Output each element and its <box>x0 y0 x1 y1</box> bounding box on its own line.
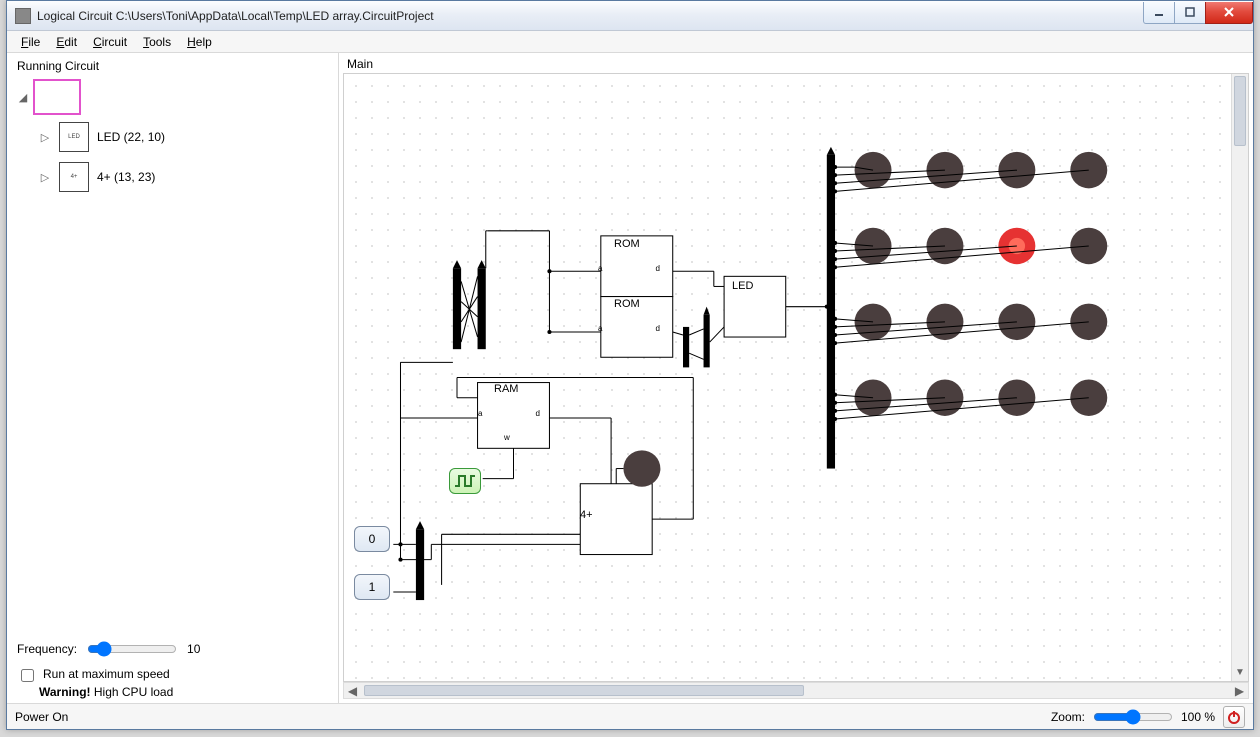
menu-tools[interactable]: Tools <box>135 33 179 51</box>
circuit-svg <box>344 74 1248 681</box>
canvas-horizontal-scrollbar[interactable]: ◀ ▶ <box>343 682 1249 699</box>
warning-bold: Warning! <box>39 685 91 699</box>
tree-thumb: 4+ <box>59 162 89 192</box>
block-rom1-label: ROM <box>614 238 640 250</box>
status-power: Power On <box>15 710 68 724</box>
block-ram[interactable]: RAM a d w <box>474 379 544 444</box>
pin-d-label: d <box>656 324 660 333</box>
sidebar-controls: Frequency: 10 Run at maximum speed Warni… <box>17 633 332 699</box>
tree-root[interactable]: ◢ <box>17 77 332 117</box>
input-pin-0-label: 0 <box>369 532 376 546</box>
block-rom1[interactable]: ROM a d <box>594 234 664 294</box>
minimize-icon <box>1153 6 1165 18</box>
pin-a-label: a <box>598 264 602 273</box>
minimize-button[interactable] <box>1143 2 1175 24</box>
sidebar-title: Running Circuit <box>17 57 332 77</box>
menu-edit[interactable]: Edit <box>48 33 85 51</box>
main-title: Main <box>339 53 1253 73</box>
body: Running Circuit ◢ ▷ LED LED (22, 10) ▷ 4… <box>7 53 1253 703</box>
zoom-value: 100 % <box>1181 710 1215 724</box>
titlebar[interactable]: Logical Circuit C:\Users\Toni\AppData\Lo… <box>7 1 1253 31</box>
tree-thumb: LED <box>59 122 89 152</box>
run-max-speed-checkbox[interactable] <box>21 669 34 682</box>
block-led[interactable]: LED <box>714 274 774 334</box>
zoom-label: Zoom: <box>1051 710 1085 724</box>
tree-label: 4+ (13, 23) <box>97 170 155 184</box>
app-icon <box>15 8 31 24</box>
led-grid <box>855 152 1108 416</box>
maximize-icon <box>1184 6 1196 18</box>
tree-expander-icon[interactable]: ▷ <box>39 131 51 144</box>
pin-d-label: d <box>536 409 540 418</box>
input-pin-1-label: 1 <box>369 580 376 594</box>
pin-w-label: w <box>504 433 510 442</box>
frequency-slider[interactable] <box>87 641 177 657</box>
window-title: Logical Circuit C:\Users\Toni\AppData\Lo… <box>37 9 1144 23</box>
pin-a-label: a <box>598 324 602 333</box>
circuit-canvas[interactable]: LED ROM a d ROM a d RAM a d w <box>343 73 1249 682</box>
block-rom2-label: ROM <box>614 298 640 310</box>
menubar: File Edit Circuit Tools Help <box>7 31 1253 53</box>
scroll-left-icon[interactable]: ◀ <box>344 683 361 698</box>
tree-label: LED (22, 10) <box>97 130 165 144</box>
block-led-label: LED <box>732 280 753 292</box>
input-pin-0[interactable]: 0 <box>354 526 390 552</box>
run-max-speed-label: Run at maximum speed <box>43 667 170 681</box>
clock-input[interactable] <box>449 468 481 494</box>
sidebar: Running Circuit ◢ ▷ LED LED (22, 10) ▷ 4… <box>7 53 339 703</box>
tree-expander-icon[interactable]: ▷ <box>39 171 51 184</box>
maximize-button[interactable] <box>1174 2 1206 24</box>
block-rom2[interactable]: ROM a d <box>594 294 664 354</box>
pin-d-label: d <box>656 264 660 273</box>
input-pin-1[interactable]: 1 <box>354 574 390 600</box>
tree-expander-icon[interactable]: ◢ <box>17 91 29 104</box>
app-window: Logical Circuit C:\Users\Toni\AppData\Lo… <box>6 0 1254 730</box>
tree-thumb-main <box>33 79 81 115</box>
power-icon <box>1227 710 1241 724</box>
scroll-down-icon[interactable]: ▼ <box>1232 664 1248 681</box>
canvas-vertical-scrollbar[interactable]: ▲ ▼ <box>1231 74 1248 681</box>
menu-help[interactable]: Help <box>179 33 220 51</box>
pin-a-label: a <box>478 409 482 418</box>
scroll-thumb[interactable] <box>364 685 804 696</box>
clock-icon <box>454 474 476 488</box>
window-buttons <box>1144 2 1253 24</box>
close-button[interactable] <box>1205 2 1253 24</box>
tree-item-led[interactable]: ▷ LED LED (22, 10) <box>17 117 332 157</box>
warning-text: Warning! High CPU load <box>39 685 332 699</box>
circuit-tree[interactable]: ◢ ▷ LED LED (22, 10) ▷ 4+ 4+ (13, 23) <box>17 77 332 633</box>
block-4plus-label: 4+ <box>580 509 593 521</box>
warning-rest: High CPU load <box>91 685 174 699</box>
block-4plus[interactable]: 4+ <box>574 479 644 549</box>
statusbar: Power On Zoom: 100 % <box>7 703 1253 729</box>
tree-item-4plus[interactable]: ▷ 4+ 4+ (13, 23) <box>17 157 332 197</box>
block-ram-label: RAM <box>494 383 518 395</box>
frequency-value: 10 <box>187 642 200 656</box>
close-icon <box>1222 6 1236 18</box>
power-button[interactable] <box>1223 706 1245 728</box>
scroll-right-icon[interactable]: ▶ <box>1231 683 1248 698</box>
frequency-label: Frequency: <box>17 642 77 656</box>
menu-circuit[interactable]: Circuit <box>85 33 135 51</box>
scroll-thumb[interactable] <box>1234 76 1246 146</box>
main-panel: Main <box>339 53 1253 703</box>
zoom-slider[interactable] <box>1093 709 1173 725</box>
menu-file[interactable]: File <box>13 33 48 51</box>
